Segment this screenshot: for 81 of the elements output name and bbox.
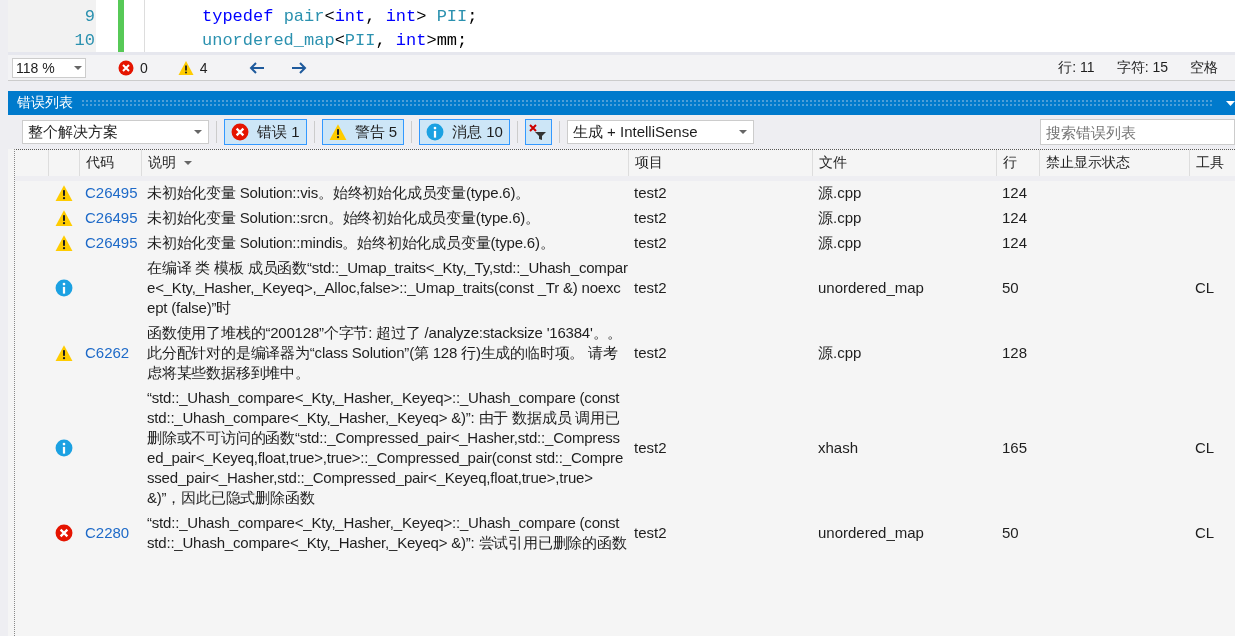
error-code-link[interactable]: C6262 [79, 343, 141, 363]
code-line: typedef pair<int, int> PII; [202, 6, 479, 28]
line-number: 10 [73, 30, 96, 52]
line-cell-text: 124 [1001, 233, 1029, 253]
error-icon [231, 123, 249, 141]
project-cell-text: test2 [633, 233, 668, 253]
description-cell-text: “std::_Uhash_compare<_Kty,_Hasher,_Keyeq>::_Uhash_compare (const std::_Uhash_compare<_Kty,_Hasher,_Keyeq> &)”: 尝试引用已删除的函数 [146, 513, 628, 553]
warning-icon [328, 123, 347, 141]
error-code-link[interactable]: C2280 [79, 523, 141, 543]
info-icon [54, 279, 73, 297]
code-line: unordered_map<PII, int>mm; [202, 30, 469, 52]
description-cell-text: 未初始化变量 Solution::mindis。始终初始化成员变量(type.6)。 [146, 233, 556, 253]
line-cell-text: 50 [1001, 523, 1020, 543]
project-cell-text: test2 [633, 343, 668, 363]
file-cell-text: unordered_map [817, 523, 925, 543]
warning-icon [54, 209, 73, 227]
description-cell-text: 未初始化变量 Solution::srcn。始终初始化成员变量(type.6)。 [146, 208, 541, 228]
warning-icon [54, 184, 73, 202]
char-position: 字符: 15 [1116, 58, 1168, 77]
line-cell-text: 165 [1001, 438, 1029, 458]
line-cell-text: 124 [1001, 183, 1029, 203]
warning-icon [54, 234, 73, 252]
dropdown-caret-icon[interactable] [1226, 100, 1235, 106]
warning-count: 4 [199, 59, 208, 76]
column-header[interactable]: 代码 [79, 150, 141, 176]
back-arrow-icon[interactable] [247, 60, 266, 75]
line-cell-text: 128 [1001, 343, 1029, 363]
filter-button[interactable]: 警告 5 [321, 119, 405, 145]
warning-icon [54, 344, 73, 362]
tool-cell-text: CL [1194, 278, 1216, 298]
column-header[interactable]: 说明 [141, 150, 628, 176]
line-cell-text: 50 [1001, 278, 1020, 298]
column-header[interactable]: 禁止显示状态 [1039, 150, 1189, 176]
filter-button[interactable]: 错误 1 [224, 119, 307, 145]
info-icon [54, 439, 73, 457]
dropdown-caret-icon [738, 130, 747, 134]
scope-dropdown[interactable]: 整个解决方案 [22, 120, 209, 144]
column-header[interactable]: 项目 [628, 150, 812, 176]
clear-filter-button[interactable] [524, 119, 552, 145]
file-cell-text: 源.cpp [817, 208, 863, 228]
error-code-link[interactable]: C26495 [79, 183, 141, 203]
error-code-link[interactable]: C26495 [79, 208, 141, 228]
error-icon [118, 59, 134, 76]
warning-icon [177, 59, 194, 76]
source-dropdown[interactable]: 生成 + IntelliSense [566, 120, 754, 144]
tool-cell-text: CL [1194, 523, 1216, 543]
description-cell-text: 函数使用了堆栈的“200128”个字节: 超过了 /analyze:stacksize '16384'。。此分配针对的是编译器为“class Solution”(第 128 行)生成的临时项。 请考虑将某些数据移到堆中。 [146, 323, 624, 383]
error-count: 0 [140, 59, 148, 76]
dropdown-caret-icon [74, 65, 82, 70]
project-cell-text: test2 [633, 438, 668, 458]
file-cell-text: xhash [817, 438, 860, 458]
panel-title: 错误列表 [17, 94, 73, 112]
file-cell-text: 源.cpp [817, 233, 863, 253]
description-cell-text: 在编译 类 模板 成员函数“std::_Umap_traits<_Kty,_Ty,std::_Uhash_compare<_Kty,_Hasher,_Keyeq>,_Alloc,false>::_Umap_traits(const _Tr &) noexcept (false)”时 [146, 258, 628, 318]
file-cell-text: unordered_map [817, 278, 925, 298]
indent-mode: 空格 [1190, 58, 1218, 77]
change-marker [118, 0, 124, 52]
line-number: 9 [83, 6, 96, 28]
dropdown-caret-icon [194, 130, 202, 134]
column-header[interactable]: 行 [996, 150, 1039, 176]
dropdown-caret-icon [184, 161, 192, 165]
line-cell-text: 124 [1001, 208, 1029, 228]
search-field[interactable]: 搜索错误列表 [1040, 119, 1235, 145]
line-position: 行: 11 [1058, 58, 1095, 77]
forward-arrow-icon[interactable] [289, 60, 308, 75]
project-cell-text: test2 [633, 523, 668, 543]
error-icon [54, 524, 73, 542]
project-cell-text: test2 [633, 183, 668, 203]
zoom-dropdown[interactable]: 118 % [12, 57, 86, 78]
filter-button[interactable]: 消息 10 [419, 119, 510, 145]
column-header[interactable]: 工具 [1189, 150, 1235, 176]
project-cell-text: test2 [633, 208, 668, 228]
tool-cell-text: CL [1194, 438, 1216, 458]
info-icon [426, 123, 445, 141]
description-cell-text: 未初始化变量 Solution::vis。始终初始化成员变量(type.6)。 [146, 183, 532, 203]
file-cell-text: 源.cpp [817, 343, 863, 363]
description-cell-text: “std::_Uhash_compare<_Kty,_Hasher,_Keyeq>::_Uhash_compare (const std::_Uhash_compare<_Kty,_Hasher,_Keyeq> &)”: 由于 数据成员 调用已删除或不可访问的函数“std::_Compressed_pair<_Hasher,std::_Compressed_pair<_Keyeq,float,true>,true>::_Compressed_pair(const std::_Compressed_pair<_Hasher,std::_Compressed_pair<_Keyeq,float,true>,true> &)”，因此已隐式删除函数 [146, 388, 625, 508]
file-cell-text: 源.cpp [817, 183, 863, 203]
project-cell-text: test2 [633, 278, 668, 298]
column-header[interactable]: 文件 [812, 150, 996, 176]
error-code-link[interactable]: C26495 [79, 233, 141, 253]
